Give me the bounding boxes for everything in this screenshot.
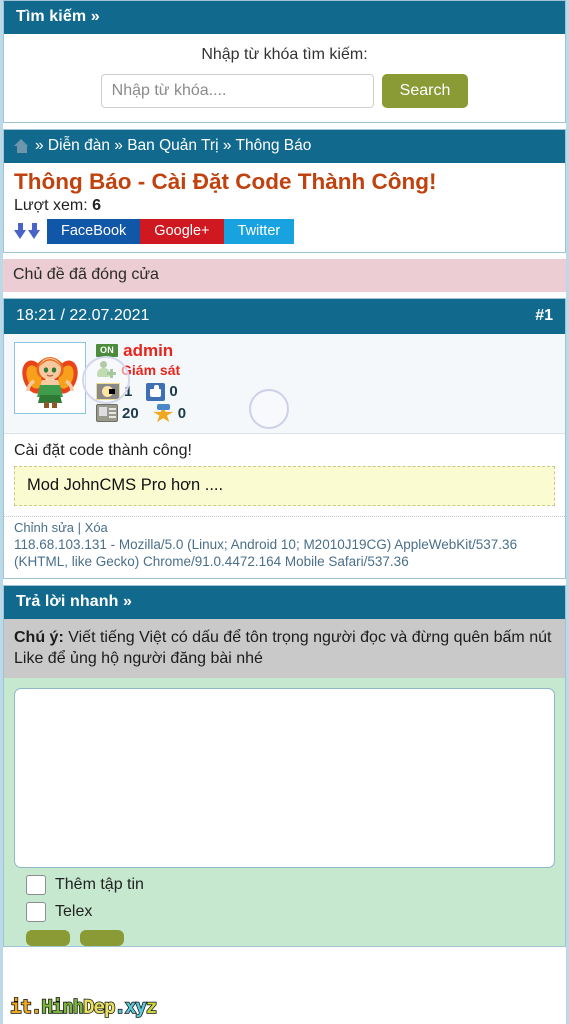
online-status-badge: ON	[96, 343, 119, 357]
post-useragent: 118.68.103.131 - Mozilla/5.0 (Linux; And…	[14, 536, 518, 570]
reply-submit-button[interactable]	[26, 930, 70, 947]
reply-notice-text: Viết tiếng Việt có dấu để tôn trọng ngườ…	[14, 628, 552, 668]
edit-post-link[interactable]: Chỉnh sửa	[14, 520, 74, 535]
quick-reply-header: Trả lời nhanh »	[4, 585, 565, 619]
link-separator: |	[77, 519, 82, 535]
post-user-block: ON admin Giám sát 1 0 20 0	[4, 333, 565, 434]
rank-row: Giám sát	[96, 360, 555, 380]
search-row: Search	[14, 74, 555, 108]
stat-posts: 20	[96, 404, 139, 423]
site-watermark: it.HinhDep.xyz	[9, 995, 158, 1019]
attach-file-label: Thêm tập tin	[55, 876, 144, 894]
search-label: Nhập từ khóa tìm kiếm:	[201, 46, 368, 63]
views-count: 6	[92, 196, 102, 214]
topic-panel: » Diễn đàn » Ban Quản Trị » Thông Báo Th…	[3, 129, 566, 253]
topic-locked-notice: Chủ đề đã đóng cửa	[3, 258, 566, 292]
watermark-part-3: Dep	[82, 995, 116, 1019]
post-author-name[interactable]: admin	[123, 342, 173, 359]
thumbs-up-icon	[146, 382, 166, 401]
post-actions: Chỉnh sửa | Xóa	[14, 520, 555, 535]
stats-row-1: 1 0	[96, 382, 555, 401]
post-content: Cài đặt code thành công! Mod JohnCMS Pro…	[4, 433, 565, 510]
quick-reply-panel: Trả lời nhanh » Chú ý: Viết tiếng Việt c…	[3, 584, 566, 948]
user-meta: ON admin Giám sát 1 0 20 0	[96, 342, 555, 423]
user-rank: Giám sát	[121, 362, 181, 379]
reply-preview-button[interactable]	[80, 930, 124, 947]
stats-row-2: 20 0	[96, 403, 555, 423]
post-panel: 18:21 / 22.07.2021 #1 ON admin Giám sát …	[3, 297, 566, 579]
post-header: 18:21 / 22.07.2021 #1	[4, 298, 565, 334]
page-root: Tìm kiếm » Nhập từ khóa tìm kiếm: Search…	[0, 0, 569, 1024]
arrow-down-icon	[14, 223, 27, 240]
post-timestamp: 18:21 / 22.07.2021	[16, 306, 150, 324]
telex-checkbox[interactable]	[26, 902, 46, 923]
post-body-text: Cài đặt code thành công!	[14, 441, 192, 459]
post-number: #1	[535, 306, 553, 324]
watermark-part-4: .xy	[114, 995, 148, 1019]
down-arrows-icon	[14, 223, 41, 240]
telex-row[interactable]: Telex	[14, 895, 555, 923]
reply-form: Thêm tập tin Telex	[4, 678, 565, 947]
views-label: Lượt xem:	[14, 196, 88, 214]
search-button[interactable]: Search	[381, 74, 469, 108]
stat-likes: 0	[146, 382, 178, 401]
stat-posts-value: 20	[122, 404, 139, 422]
watermark-part-1: it.	[9, 995, 43, 1019]
post-footer: Chỉnh sửa | Xóa 118.68.103.131 - Mozilla…	[4, 515, 565, 578]
posts-icon	[96, 404, 118, 423]
search-body: Nhập từ khóa tìm kiếm: Search	[4, 34, 565, 122]
attach-file-row[interactable]: Thêm tập tin	[14, 868, 555, 896]
page-title: Thông Báo - Cài Đặt Code Thành Công!	[14, 169, 437, 194]
telex-label: Telex	[55, 903, 93, 921]
home-icon[interactable]	[14, 139, 29, 153]
share-googleplus-button[interactable]: Google+	[140, 218, 224, 244]
search-header: Tìm kiếm »	[4, 1, 565, 34]
post-quote-box: Mod JohnCMS Pro hơn ....	[14, 465, 555, 506]
reply-textarea[interactable]	[14, 688, 555, 869]
stat-rating-value: 0	[177, 404, 187, 422]
watermark-part-2: Hinh	[41, 995, 85, 1019]
username-row: ON admin	[96, 342, 555, 359]
share-row: FaceBook Google+ Twitter	[14, 218, 555, 244]
views-counter: Lượt xem: 6	[14, 197, 555, 215]
watermark-part-5: z	[145, 995, 158, 1019]
breadcrumb[interactable]: » Diễn đàn » Ban Quản Trị » Thông Báo	[4, 130, 565, 163]
reply-buttons	[14, 922, 555, 947]
breadcrumb-path[interactable]: » Diễn đàn » Ban Quản Trị » Thông Báo	[35, 137, 311, 155]
stat-likes-value: 0	[169, 383, 178, 401]
attach-file-checkbox[interactable]	[26, 875, 46, 896]
reply-notice: Chú ý: Viết tiếng Việt có dấu để tôn trọ…	[4, 618, 565, 679]
arrow-down-icon	[28, 223, 41, 240]
avatar-image	[22, 356, 78, 408]
topic-body: Thông Báo - Cài Đặt Code Thành Công! Lượ…	[4, 163, 565, 252]
share-facebook-button[interactable]: FaceBook	[47, 218, 141, 244]
avatar[interactable]	[14, 341, 86, 414]
share-twitter-button[interactable]: Twitter	[223, 218, 295, 244]
delete-post-link[interactable]: Xóa	[85, 520, 108, 535]
stat-rating: 0	[153, 403, 187, 423]
touch-indicator	[249, 388, 289, 429]
star-icon	[153, 403, 174, 423]
search-input[interactable]	[100, 74, 374, 108]
touch-indicator	[82, 355, 130, 404]
reply-notice-prefix: Chú ý:	[14, 628, 64, 646]
search-panel: Tìm kiếm » Nhập từ khóa tìm kiếm: Search	[3, 0, 566, 123]
